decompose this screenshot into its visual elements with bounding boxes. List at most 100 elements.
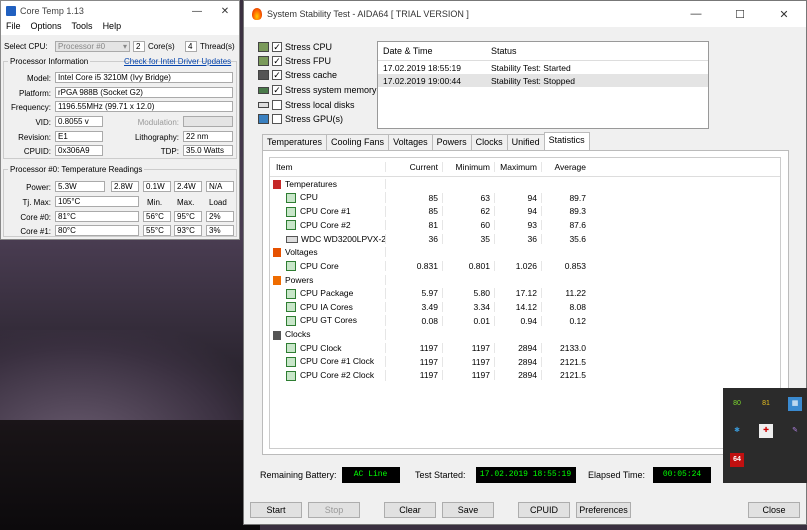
aida64-tray-icon[interactable]: 64	[730, 453, 744, 467]
clear-button[interactable]: Clear	[384, 502, 436, 518]
coretemp-menubar: File Options Tools Help	[1, 21, 239, 35]
table-row[interactable]: CPU IA Cores 3.49 3.34 14.12 8.08	[270, 300, 780, 314]
stress-cpu-label: Stress CPU	[285, 42, 333, 52]
tab-statistics[interactable]: Statistics	[543, 132, 590, 150]
stress-cache-label: Stress cache	[285, 70, 338, 80]
bluetooth-icon[interactable]: ✱	[730, 424, 744, 438]
core0-label: Core #0:	[20, 213, 51, 222]
tab-clocks[interactable]: Clocks	[470, 134, 508, 150]
menu-help[interactable]: Help	[103, 21, 122, 35]
stop-button[interactable]: Stop	[308, 502, 360, 518]
stress-fpu-label: Stress FPU	[285, 56, 332, 66]
table-category-row[interactable]: Voltages	[270, 245, 780, 259]
shield-icon[interactable]: ✚	[759, 424, 773, 438]
coretemp-titlebar[interactable]: Core Temp 1.13 — ✕	[1, 1, 239, 21]
frequency-value: 1196.55MHz (99.71 x 12.0)	[55, 101, 233, 112]
close-icon[interactable]: ✕	[762, 8, 806, 21]
core1-label: Core #1:	[20, 227, 51, 236]
row-maximum: 1.026	[495, 260, 542, 271]
table-category-row[interactable]: Clocks	[270, 328, 780, 342]
tab-unified[interactable]: Unified	[506, 134, 545, 150]
stress-cache-checkbox[interactable]: ✓	[272, 70, 282, 80]
tray-overflow-flyout: 80 81 ▦ ✱ ✚ ✎ 64	[723, 388, 807, 483]
close-icon[interactable]: ✕	[211, 6, 239, 17]
tab-voltages[interactable]: Voltages	[388, 134, 433, 150]
col-current[interactable]: Current	[386, 162, 443, 172]
driver-update-link[interactable]: Check for Intel Driver Updates	[124, 57, 231, 66]
power-value-gt: 0.1W	[143, 181, 171, 192]
log-row[interactable]: 17.02.2019 18:55:19 Stability Test: Star…	[378, 61, 708, 74]
aida64-titlebar[interactable]: System Stability Test - AIDA64 [ TRIAL V…	[244, 1, 806, 27]
table-row[interactable]: CPU Clock 1197 1197 2894 2133.0	[270, 341, 780, 355]
table-row[interactable]: CPU Core #1 85 62 94 89.3	[270, 204, 780, 218]
minimize-icon[interactable]: —	[674, 8, 718, 20]
col-item[interactable]: Item	[270, 162, 386, 172]
log-col-status[interactable]: Status	[486, 46, 517, 56]
save-button[interactable]: Save	[442, 502, 494, 518]
lithography-value: 22 nm	[183, 131, 233, 142]
row-minimum: 0.801	[443, 260, 495, 271]
stress-fpu-option[interactable]: ✓ Stress FPU	[258, 56, 331, 66]
stress-disks-checkbox[interactable]	[272, 100, 282, 110]
col-average[interactable]: Average	[542, 162, 590, 172]
select-cpu-dropdown[interactable]: Processor #0 ▾	[55, 41, 130, 52]
row-average: 11.22	[565, 288, 586, 299]
cpuid-button[interactable]: CPUID	[518, 502, 570, 518]
stress-fpu-checkbox[interactable]: ✓	[272, 56, 282, 66]
stress-disks-option[interactable]: Stress local disks	[258, 100, 355, 110]
log-row-status: Stability Test: Stopped	[491, 75, 575, 86]
close-button[interactable]: Close	[748, 502, 800, 518]
stress-cache-option[interactable]: ✓ Stress cache	[258, 70, 337, 80]
remaining-battery-value: AC Line	[341, 467, 400, 483]
tab-temperatures[interactable]: Temperatures	[262, 134, 328, 150]
stress-gpu-checkbox[interactable]	[272, 114, 282, 124]
preferences-button[interactable]: Preferences	[576, 502, 631, 518]
maximize-icon[interactable]: ☐	[718, 8, 762, 21]
stress-gpu-label: Stress GPU(s)	[285, 114, 344, 124]
row-current: 5.97	[386, 288, 443, 299]
core0-min: 56°C	[143, 211, 171, 222]
stability-log-list[interactable]: Date & Time Status 17.02.2019 18:55:19 S…	[377, 41, 709, 129]
col-maximum[interactable]: Maximum	[495, 162, 542, 172]
table-row[interactable]: CPU Core 0.831 0.801 1.026 0.853	[270, 259, 780, 273]
table-row[interactable]: CPU GT Cores 0.08 0.01 0.94 0.12	[270, 314, 780, 328]
coretemp-tray-icon[interactable]: 81	[759, 397, 773, 411]
stress-gpu-option[interactable]: Stress GPU(s)	[258, 114, 343, 124]
clock-icon	[273, 330, 281, 340]
coretemp-tray-icon[interactable]: 80	[730, 397, 744, 411]
log-row[interactable]: 17.02.2019 19:00:44 Stability Test: Stop…	[378, 74, 708, 87]
log-col-date[interactable]: Date & Time	[378, 46, 486, 56]
disk-drive-icon	[258, 102, 269, 108]
table-row[interactable]: WDC WD3200LPVX-2... 36 35 36 35.6	[270, 232, 780, 246]
menu-options[interactable]: Options	[31, 21, 62, 35]
stress-memory-option[interactable]: ✓ Stress system memory	[258, 85, 377, 95]
tab-cooling-fans[interactable]: Cooling Fans	[326, 134, 390, 150]
sensor-icon	[286, 316, 296, 327]
platform-label: Platform:	[18, 89, 51, 98]
menu-file[interactable]: File	[6, 21, 21, 35]
network-icon[interactable]: ▦	[788, 397, 802, 411]
start-button[interactable]: Start	[250, 502, 302, 518]
table-row[interactable]: CPU 85 63 94 89.7	[270, 191, 780, 205]
power-value-dram: N/A	[206, 181, 234, 192]
stress-memory-checkbox[interactable]: ✓	[272, 85, 282, 95]
table-category-row[interactable]: Powers	[270, 273, 780, 287]
core0-max: 95°C	[174, 211, 202, 222]
tab-powers[interactable]: Powers	[431, 134, 472, 150]
minimize-icon[interactable]: —	[183, 6, 211, 17]
statistics-panel: Item Current Minimum Maximum Average Tem…	[262, 150, 789, 455]
table-row[interactable]: CPU Core #1 Clock 1197 1197 2894 2121.5	[270, 355, 780, 369]
stress-cpu-checkbox[interactable]: ✓	[272, 42, 282, 52]
statistics-table[interactable]: Item Current Minimum Maximum Average Tem…	[269, 157, 781, 449]
table-row[interactable]: CPU Core #2 Clock 1197 1197 2894 2121.5	[270, 369, 780, 383]
table-row[interactable]: CPU Core #2 81 60 93 87.6	[270, 218, 780, 232]
table-row[interactable]: CPU Package 5.97 5.80 17.12 11.22	[270, 287, 780, 301]
power-icon	[273, 275, 281, 285]
row-minimum: 62	[443, 206, 495, 217]
menu-tools[interactable]: Tools	[72, 21, 93, 35]
pen-icon[interactable]: ✎	[788, 424, 802, 438]
stress-cpu-option[interactable]: ✓ Stress CPU	[258, 42, 332, 52]
table-category-row[interactable]: Temperatures	[270, 177, 780, 191]
revision-value: E1	[55, 131, 103, 142]
col-minimum[interactable]: Minimum	[443, 162, 495, 172]
